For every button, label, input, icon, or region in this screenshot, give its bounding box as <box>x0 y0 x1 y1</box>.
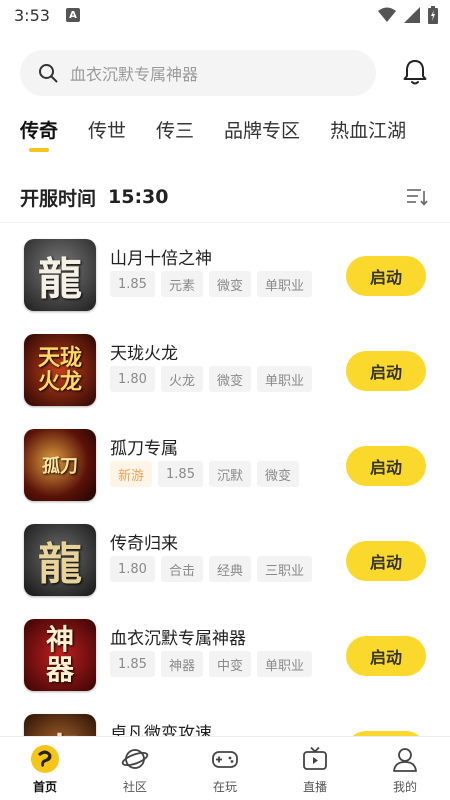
tag: 单职业 <box>256 366 312 392</box>
launch-button[interactable]: 启动 <box>346 256 426 296</box>
game-list: 龍 山月十倍之神 1.85 元素 微变 单职业 启动 天珑火龙 天珑火龙 1.8… <box>0 226 450 736</box>
battery-icon <box>428 6 438 24</box>
nav-label: 直播 <box>302 780 327 794</box>
game-tags: 1.80 合击 经典 三职业 <box>110 556 312 582</box>
status-time: 3:53 <box>14 5 50 25</box>
game-icon-art: 龍 <box>38 539 82 590</box>
tag: 微变 <box>208 366 251 392</box>
game-tags: 1.85 神器 中变 单职业 <box>110 651 312 677</box>
game-icon[interactable]: 天珑火龙 <box>24 334 96 406</box>
tab-chuanqi[interactable]: 传奇 <box>20 116 58 152</box>
status-bar: 3:53 A <box>0 0 450 30</box>
tag: 1.85 <box>110 271 155 297</box>
game-icon-art: 天珑火龙 <box>37 345 82 395</box>
game-row[interactable]: 卓 卓凡微变攻速 启动 <box>0 701 450 736</box>
game-icon[interactable]: 龍 <box>24 524 96 596</box>
launch-button[interactable]: 启动 <box>346 636 426 676</box>
tab-brand-zone[interactable]: 品牌专区 <box>224 116 300 152</box>
game-row[interactable]: 孤刀 孤刀专属 新游 1.85 沉默 微变 启动 <box>0 416 450 511</box>
tag: 中变 <box>208 651 251 677</box>
game-icon-art: 龍 <box>38 254 82 305</box>
nav-label: 我的 <box>392 780 417 794</box>
nav-label: 在玩 <box>212 780 237 794</box>
nav-home[interactable]: 首页 <box>0 737 90 800</box>
tv-icon <box>303 746 327 770</box>
tag: 神器 <box>160 651 203 677</box>
tag: 1.80 <box>110 556 155 582</box>
tag: 单职业 <box>256 651 312 677</box>
game-icon-art: 孤刀 <box>42 456 78 477</box>
game-row[interactable]: 龍 传奇归来 1.80 合击 经典 三职业 启动 <box>0 511 450 606</box>
bell-icon[interactable] <box>400 57 430 87</box>
new-game-tag: 新游 <box>110 461 153 487</box>
nav-profile[interactable]: 我的 <box>360 737 450 800</box>
game-icon[interactable]: 孤刀 <box>24 429 96 501</box>
sort-icon[interactable] <box>406 187 428 207</box>
tag: 微变 <box>208 271 251 297</box>
nav-community[interactable]: 社区 <box>90 737 180 800</box>
tag: 单职业 <box>256 271 312 297</box>
game-name: 天珑火龙 <box>110 344 178 364</box>
search-icon <box>39 64 58 83</box>
game-name: 传奇归来 <box>110 534 178 554</box>
nav-label: 社区 <box>122 780 147 794</box>
tag: 火龙 <box>160 366 203 392</box>
game-row[interactable]: 神器 血衣沉默专属神器 1.85 神器 中变 单职业 启动 <box>0 606 450 701</box>
profile-icon <box>393 748 417 772</box>
wifi-icon <box>378 7 396 22</box>
game-icon[interactable]: 神器 <box>24 619 96 691</box>
notification-icon: A <box>65 8 80 22</box>
tag: 1.85 <box>158 461 203 487</box>
game-name: 血衣沉默专属神器 <box>110 629 246 649</box>
status-indicators <box>378 6 438 24</box>
game-tags: 1.85 元素 微变 单职业 <box>110 271 312 297</box>
search-input[interactable]: 血衣沉默专属神器 <box>20 50 376 96</box>
game-name: 山月十倍之神 <box>110 249 212 269</box>
gamepad-icon <box>212 751 238 768</box>
tag: 经典 <box>208 556 251 582</box>
game-icon[interactable]: 卓 <box>24 714 96 736</box>
open-time-label: 开服时间 <box>20 187 97 210</box>
tab-chuansan[interactable]: 传三 <box>156 116 194 152</box>
launch-button[interactable]: 启动 <box>346 446 426 486</box>
server-open-time-row: 开服时间 15:30 <box>20 183 430 211</box>
search-placeholder: 血衣沉默专属神器 <box>70 65 199 84</box>
tag: 微变 <box>256 461 299 487</box>
game-tags: 1.80 火龙 微变 单职业 <box>110 366 312 392</box>
nav-playing[interactable]: 在玩 <box>180 737 270 800</box>
launch-button[interactable]: 启动 <box>346 351 426 391</box>
divider <box>0 222 450 223</box>
tag: 合击 <box>160 556 203 582</box>
tab-chuanshi[interactable]: 传世 <box>88 116 126 152</box>
tag: 1.80 <box>110 366 155 392</box>
game-name: 孤刀专属 <box>110 439 178 459</box>
category-tabs: 传奇 传世 传三 品牌专区 热血江湖 <box>20 116 436 156</box>
tag: 元素 <box>160 271 203 297</box>
cell-signal-icon <box>404 7 420 23</box>
game-icon-art: 卓 <box>40 721 80 736</box>
game-icon-art: 神器 <box>45 623 74 686</box>
bottom-nav: 首页 社区 在玩 直播 我的 <box>0 736 450 800</box>
community-icon <box>121 749 149 769</box>
launch-button[interactable]: 启动 <box>346 541 426 581</box>
game-row[interactable]: 龍 山月十倍之神 1.85 元素 微变 单职业 启动 <box>0 226 450 321</box>
game-icon[interactable]: 龍 <box>24 239 96 311</box>
tag: 1.85 <box>110 651 155 677</box>
game-name: 卓凡微变攻速 <box>110 724 212 736</box>
tab-rexue-jianghu[interactable]: 热血江湖 <box>330 116 406 152</box>
game-row[interactable]: 天珑火龙 天珑火龙 1.80 火龙 微变 单职业 启动 <box>0 321 450 416</box>
game-tags: 新游 1.85 沉默 微变 <box>110 461 299 487</box>
tag: 三职业 <box>256 556 312 582</box>
nav-label: 首页 <box>32 780 57 794</box>
nav-live[interactable]: 直播 <box>270 737 360 800</box>
open-time-value: 15:30 <box>108 186 169 208</box>
home-icon <box>31 745 59 773</box>
tag: 沉默 <box>208 461 251 487</box>
